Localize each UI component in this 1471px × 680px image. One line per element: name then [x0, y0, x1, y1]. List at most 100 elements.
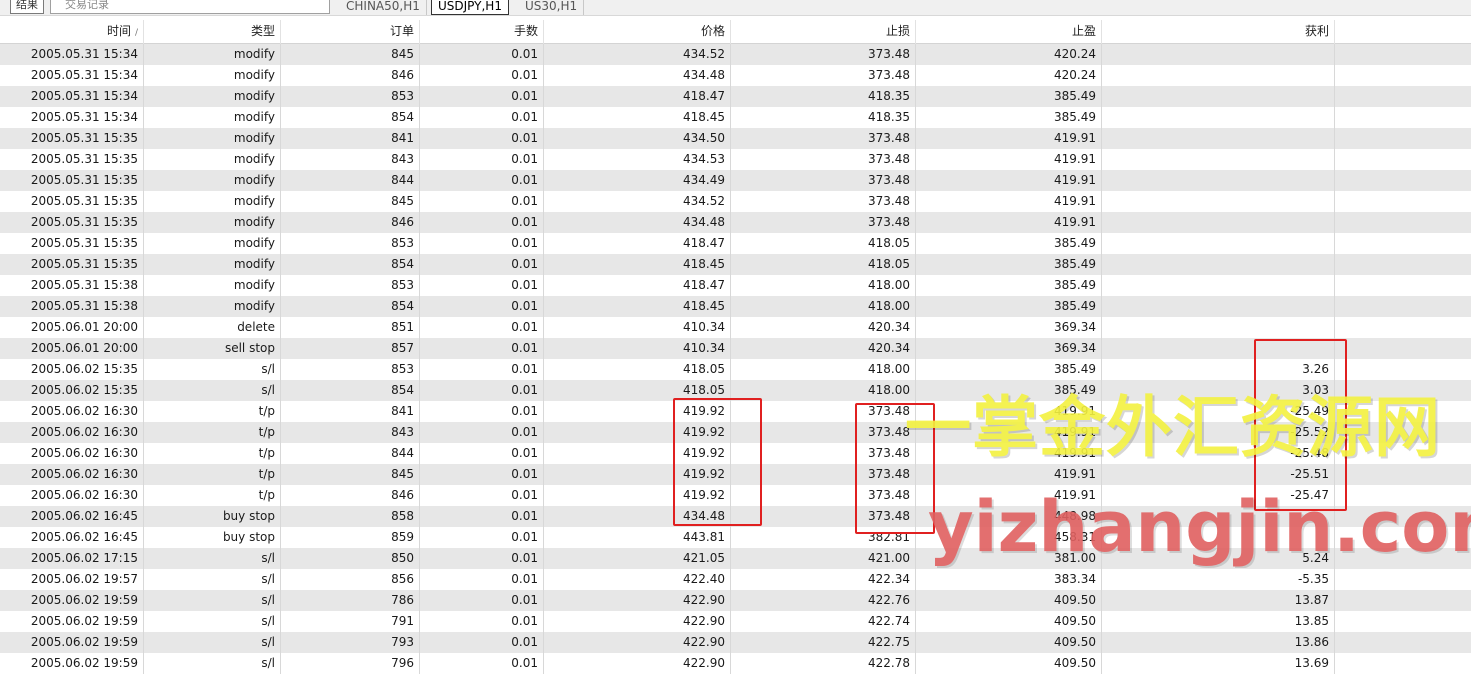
table-row[interactable]: 2005.05.31 15:34 modify 846 0.01 434.48 373.4…	[0, 65, 1471, 86]
toolbar-field[interactable]: 交易记录	[50, 0, 330, 14]
cell-profit	[1102, 212, 1335, 233]
cell-stop-loss: 422.76	[731, 590, 916, 611]
table-row[interactable]: 2005.06.01 20:00 delete 851 0.01 410.34 420.3…	[0, 317, 1471, 338]
cell-type: modify	[144, 212, 281, 233]
cell-stop-loss: 420.34	[731, 338, 916, 359]
cell-order: 846	[281, 65, 420, 86]
table-row[interactable]: 2005.06.01 20:00 sell stop 857 0.01 410.34 42…	[0, 338, 1471, 359]
column-header-type[interactable]: 类型	[144, 20, 281, 44]
cell-profit	[1102, 275, 1335, 296]
table-row[interactable]: 2005.06.02 19:59 s/l 791 0.01 422.90 422.74 40…	[0, 611, 1471, 632]
table-row[interactable]: 2005.05.31 15:35 modify 845 0.01 434.52 373.4…	[0, 191, 1471, 212]
cell-lots: 0.01	[420, 170, 544, 191]
cell-price: 434.48	[544, 212, 731, 233]
cell-order: 854	[281, 107, 420, 128]
column-header-order[interactable]: 订单	[281, 20, 420, 44]
cell-profit	[1102, 65, 1335, 86]
cell-stop-loss: 420.34	[731, 317, 916, 338]
cell-type: modify	[144, 170, 281, 191]
cell-order: 854	[281, 254, 420, 275]
column-header-lots[interactable]: 手数	[420, 20, 544, 44]
cell-profit	[1102, 128, 1335, 149]
table-row[interactable]: 2005.06.02 19:59 s/l 796 0.01 422.90 422.78 40…	[0, 653, 1471, 674]
cell-price: 434.48	[544, 65, 731, 86]
cell-stop-loss: 373.48	[731, 65, 916, 86]
table-row[interactable]: 2005.05.31 15:34 modify 845 0.01 434.52 373.4…	[0, 44, 1471, 65]
column-header-time[interactable]: 时间 /	[0, 20, 144, 44]
table-row[interactable]: 2005.05.31 15:35 modify 841 0.01 434.50 373.4…	[0, 128, 1471, 149]
table-row[interactable]: 2005.05.31 15:35 modify 843 0.01 434.53 373.4…	[0, 149, 1471, 170]
cell-type: modify	[144, 233, 281, 254]
table-row[interactable]: 2005.05.31 15:35 modify 844 0.01 434.49 373.4…	[0, 170, 1471, 191]
cell-time: 2005.05.31 15:34	[0, 44, 144, 65]
cell-time: 2005.05.31 15:35	[0, 191, 144, 212]
cell-price: 418.45	[544, 296, 731, 317]
cell-time: 2005.06.02 19:57	[0, 569, 144, 590]
table-row[interactable]: 2005.05.31 15:38 modify 854 0.01 418.45 418.0…	[0, 296, 1471, 317]
cell-order: 854	[281, 296, 420, 317]
cell-type: modify	[144, 65, 281, 86]
table-row[interactable]: 2005.05.31 15:35 modify 846 0.01 434.48 373.4…	[0, 212, 1471, 233]
table-row[interactable]: 2005.05.31 15:38 modify 853 0.01 418.47 418.0…	[0, 275, 1471, 296]
table-row[interactable]: 2005.05.31 15:35 modify 853 0.01 418.47 418.0…	[0, 233, 1471, 254]
chart-tab-usdjpy[interactable]: USDJPY,H1	[431, 0, 509, 15]
cell-type: modify	[144, 107, 281, 128]
column-header-take-profit[interactable]: 止盈	[916, 20, 1102, 44]
table-row[interactable]: 2005.06.02 19:59 s/l 786 0.01 422.90 422.76 40…	[0, 590, 1471, 611]
table-row[interactable]: 2005.05.31 15:34 modify 854 0.01 418.45 418.3…	[0, 107, 1471, 128]
cell-time: 2005.05.31 15:35	[0, 128, 144, 149]
table-row[interactable]: 2005.05.31 15:35 modify 854 0.01 418.45 418.0…	[0, 254, 1471, 275]
cell-take-profit: 409.50	[916, 632, 1102, 653]
cell-type: t/p	[144, 401, 281, 422]
cell-type: s/l	[144, 548, 281, 569]
watermark-url: yizhangjin.com	[928, 486, 1471, 568]
cell-take-profit: 409.50	[916, 590, 1102, 611]
table-row[interactable]: 2005.06.02 15:35 s/l 853 0.01 418.05 418.00 38…	[0, 359, 1471, 380]
cell-stop-loss: 422.74	[731, 611, 916, 632]
cell-lots: 0.01	[420, 380, 544, 401]
cell-type: buy stop	[144, 527, 281, 548]
cell-price: 418.45	[544, 107, 731, 128]
cell-stop-loss: 418.35	[731, 107, 916, 128]
cell-take-profit: 385.49	[916, 107, 1102, 128]
top-toolbar: 结果 交易记录 CHINA50,H1 USDJPY,H1 US30,H1	[0, 0, 1471, 16]
cell-order: 786	[281, 590, 420, 611]
cell-lots: 0.01	[420, 65, 544, 86]
cell-order: 844	[281, 170, 420, 191]
table-row[interactable]: 2005.06.02 19:57 s/l 856 0.01 422.40 422.34 38…	[0, 569, 1471, 590]
cell-price: 418.47	[544, 86, 731, 107]
cell-lots: 0.01	[420, 338, 544, 359]
column-header-profit[interactable]: 获利	[1102, 20, 1335, 44]
cell-take-profit: 420.24	[916, 65, 1102, 86]
cell-lots: 0.01	[420, 443, 544, 464]
chart-tab-us30[interactable]: US30,H1	[519, 0, 585, 15]
cell-time: 2005.06.02 19:59	[0, 611, 144, 632]
cell-type: modify	[144, 296, 281, 317]
cell-time: 2005.06.01 20:00	[0, 317, 144, 338]
results-button[interactable]: 结果	[10, 0, 44, 14]
cell-take-profit: 385.49	[916, 254, 1102, 275]
column-header-price[interactable]: 价格	[544, 20, 731, 44]
cell-time: 2005.05.31 15:35	[0, 233, 144, 254]
chart-tab-china50[interactable]: CHINA50,H1	[340, 0, 427, 15]
cell-order: 845	[281, 464, 420, 485]
cell-lots: 0.01	[420, 590, 544, 611]
cell-time: 2005.06.02 16:30	[0, 401, 144, 422]
table-row[interactable]: 2005.05.31 15:34 modify 853 0.01 418.47 418.3…	[0, 86, 1471, 107]
cell-stop-loss: 418.05	[731, 233, 916, 254]
cell-time: 2005.05.31 15:35	[0, 170, 144, 191]
cell-price: 434.52	[544, 44, 731, 65]
cell-lots: 0.01	[420, 233, 544, 254]
cell-profit	[1102, 233, 1335, 254]
cell-order: 858	[281, 506, 420, 527]
cell-order: 857	[281, 338, 420, 359]
cell-time: 2005.06.02 16:30	[0, 464, 144, 485]
cell-type: t/p	[144, 443, 281, 464]
cell-price: 421.05	[544, 548, 731, 569]
cell-lots: 0.01	[420, 485, 544, 506]
table-row[interactable]: 2005.06.02 19:59 s/l 793 0.01 422.90 422.75 40…	[0, 632, 1471, 653]
cell-type: s/l	[144, 359, 281, 380]
cell-time: 2005.06.02 16:45	[0, 527, 144, 548]
column-header-stop-loss[interactable]: 止损	[731, 20, 916, 44]
cell-order: 853	[281, 275, 420, 296]
